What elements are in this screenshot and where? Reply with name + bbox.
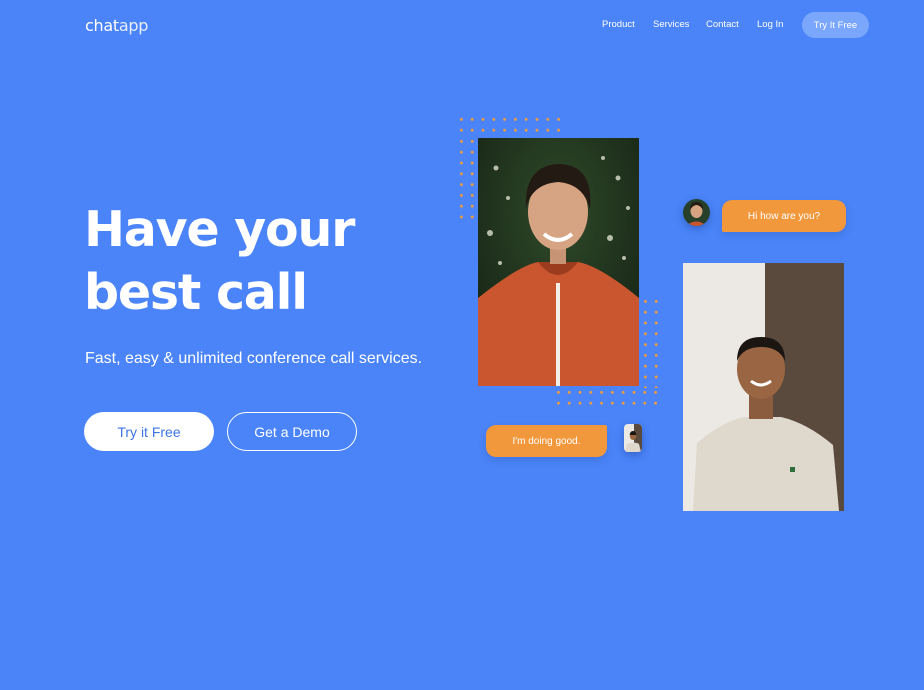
get-demo-button[interactable]: Get a Demo <box>227 412 357 451</box>
dot-pattern-top <box>456 114 566 136</box>
hero-title-line-1: Have your <box>84 201 355 258</box>
outgoing-message-bubble: I'm doing good. <box>486 425 607 457</box>
caller-photo-tshirt <box>683 263 844 511</box>
avatar-outgoing <box>624 424 642 452</box>
nav-link-services[interactable]: Services <box>653 19 689 30</box>
nav-try-free-button[interactable]: Try It Free <box>802 12 869 38</box>
incoming-message-bubble: Hi how are you? <box>722 200 846 232</box>
top-nav: Product Services Contact Log In Try It F… <box>0 12 924 38</box>
try-free-button[interactable]: Try it Free <box>84 412 214 451</box>
dot-pattern-right <box>640 296 662 388</box>
hero-title: Have your best call <box>84 198 355 324</box>
avatar-incoming <box>683 199 710 226</box>
nav-link-contact[interactable]: Contact <box>706 19 739 30</box>
nav-link-product[interactable]: Product <box>602 19 635 30</box>
dot-pattern-left <box>456 136 478 224</box>
nav-link-login[interactable]: Log In <box>757 19 783 30</box>
hero-subtitle: Fast, easy & unlimited conference call s… <box>85 350 423 367</box>
dot-pattern-bottom <box>553 387 662 409</box>
hero-title-line-2: best call <box>84 264 308 321</box>
caller-photo-hoodie <box>478 138 639 386</box>
